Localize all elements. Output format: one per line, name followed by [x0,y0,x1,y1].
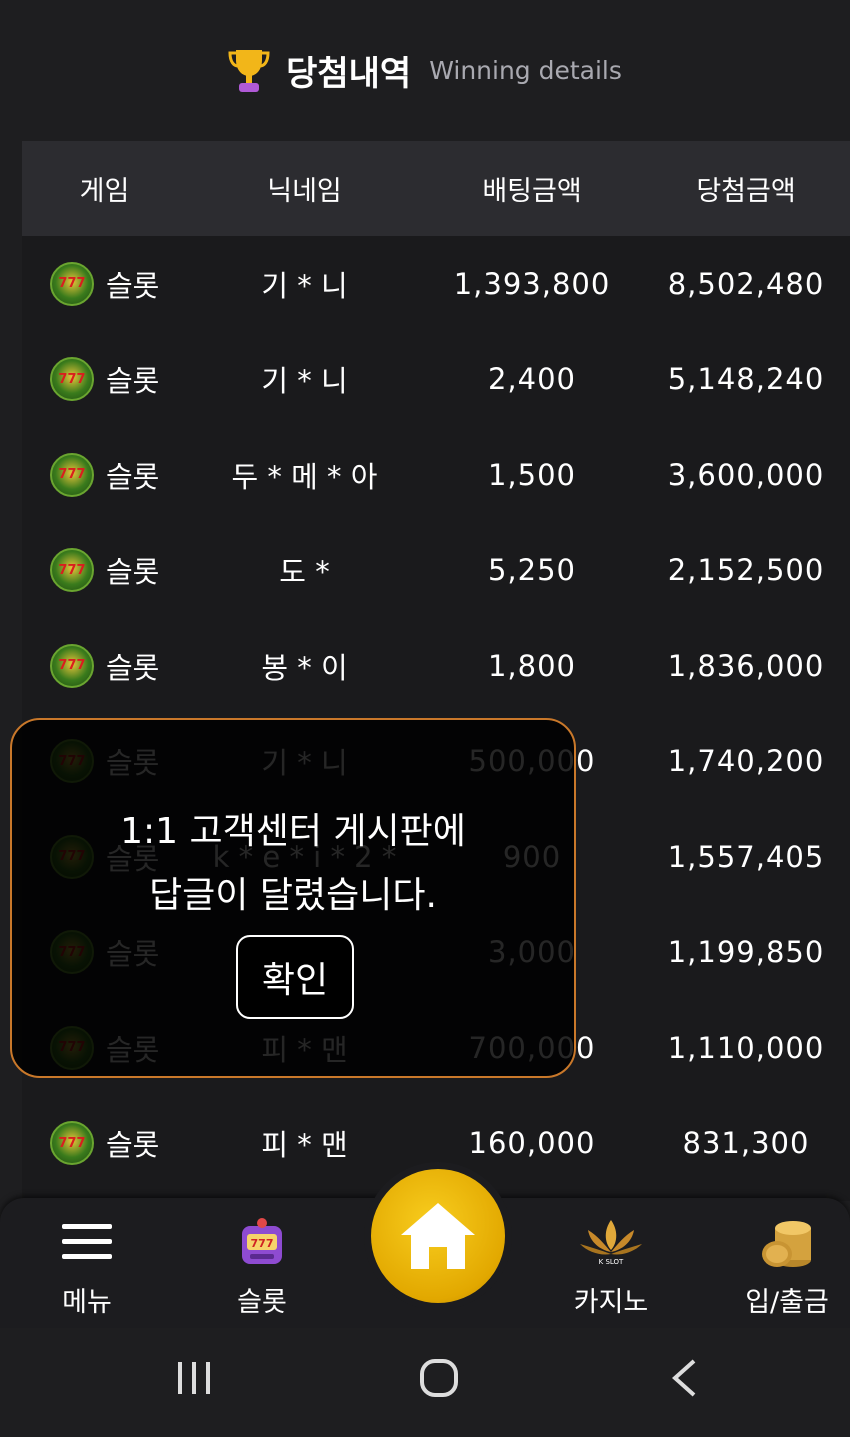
nav-slot-label: 슬롯 [237,1287,287,1318]
home-button-wrap [364,1162,512,1310]
column-header-bet: 배팅금액 [482,176,582,207]
toast-line-1: 1:1 고객센터 게시판에 [120,811,466,852]
table-row: 777 슬롯 봉 * 이 1,800 1,836,000 [22,618,850,714]
home-icon [401,1203,475,1269]
nav-slot[interactable]: 777 슬롯 [197,1212,327,1319]
win-amount-cell: 1,557,405 [667,839,825,874]
table-row: 777 슬롯 기 * 니 1,393,800 8,502,480 [22,236,850,332]
bet-amount-cell: 1,800 [487,648,577,683]
nav-menu[interactable]: 메뉴 [22,1212,152,1319]
slot-777-icon: 777 [50,452,94,497]
game-cell: 777 슬롯 [22,261,187,306]
coins-icon [762,1221,811,1267]
hamburger-menu-icon [62,1224,112,1259]
toast-message: 1:1 고객센터 게시판에 답글이 달렸습니다. [12,800,574,928]
win-amount-cell: 8,502,480 [667,266,825,301]
home-nav-icon[interactable] [419,1358,459,1398]
slot-777-icon: 777 [50,261,94,306]
nickname-cell: 도 * [279,555,330,590]
nickname-cell: 봉 * 이 [261,650,348,685]
bet-amount-cell: 2,400 [487,362,577,397]
home-button[interactable] [371,1169,505,1303]
system-navigation-bar [0,1328,850,1437]
game-label: 슬롯 [106,555,160,590]
nav-casino[interactable]: K SLOT 카지노 [546,1212,676,1319]
slot-777-icon: 777 [50,643,94,688]
table-row: 777 슬롯 도 * 5,250 2,152,500 [22,523,850,619]
win-amount-cell: 1,199,850 [667,935,825,970]
page-header: 당첨내역 Winning details [0,0,850,140]
back-icon[interactable] [670,1358,698,1398]
game-cell: 777 슬롯 [22,1121,187,1166]
slot-777-icon: 777 [50,548,94,593]
win-amount-cell: 5,148,240 [667,362,825,397]
win-amount-cell: 1,110,000 [667,1030,825,1065]
win-amount-cell: 3,600,000 [667,457,825,492]
nickname-cell: 피 * 맨 [261,1128,348,1163]
slot-machine-icon: 777 [242,1218,282,1264]
confirm-button[interactable]: 확인 [236,935,354,1019]
column-header-nickname: 닉네임 [267,176,342,207]
win-amount-cell: 831,300 [682,1126,810,1161]
trophy-icon [228,50,270,92]
column-header-game: 게임 [79,176,130,207]
table-header: 게임 닉네임 배팅금액 당첨금액 [22,141,850,236]
win-amount-cell: 2,152,500 [667,553,825,588]
nav-deposit-label: 입/출금 [745,1287,829,1318]
column-header-win: 당첨금액 [696,176,796,207]
table-row: 777 슬롯 기 * 니 2,400 5,148,240 [22,332,850,428]
bet-amount-cell: 1,393,800 [453,266,611,301]
game-label: 슬롯 [106,1128,160,1163]
game-cell: 777 슬롯 [22,643,187,688]
nav-deposit[interactable]: 입/출금 [722,1212,850,1319]
game-label: 슬롯 [106,268,160,303]
notification-toast: 1:1 고객센터 게시판에 답글이 달렸습니다. 확인 [10,718,576,1078]
game-label: 슬롯 [106,650,160,685]
game-cell: 777 슬롯 [22,452,187,497]
page-subtitle: Winning details [429,55,622,85]
toast-line-2: 답글이 달렸습니다. [149,875,437,916]
slot-777-icon: 777 [50,1121,94,1166]
nickname-cell: 기 * 니 [261,364,348,399]
bet-amount-cell: 1,500 [487,457,577,492]
svg-text:777: 777 [251,1237,274,1250]
game-cell: 777 슬롯 [22,548,187,593]
page-title: 당첨내역 [286,53,412,94]
slot-777-icon: 777 [50,357,94,402]
recent-apps-icon[interactable] [176,1358,212,1398]
nav-menu-label: 메뉴 [62,1287,112,1318]
game-label: 슬롯 [106,459,160,494]
nav-casino-label: 카지노 [573,1287,649,1318]
win-amount-cell: 1,740,200 [667,744,825,779]
bet-amount-cell: 160,000 [468,1126,596,1161]
casino-lotus-icon: K SLOT [580,1220,642,1266]
game-label: 슬롯 [106,364,160,399]
game-cell: 777 슬롯 [22,357,187,402]
svg-text:K SLOT: K SLOT [599,1258,624,1266]
table-row: 777 슬롯 두 * 메 * 아 1,500 3,600,000 [22,427,850,523]
bet-amount-cell: 5,250 [487,553,577,588]
win-amount-cell: 1,836,000 [667,648,825,683]
nickname-cell: 두 * 메 * 아 [231,459,378,494]
nickname-cell: 기 * 니 [261,268,348,303]
